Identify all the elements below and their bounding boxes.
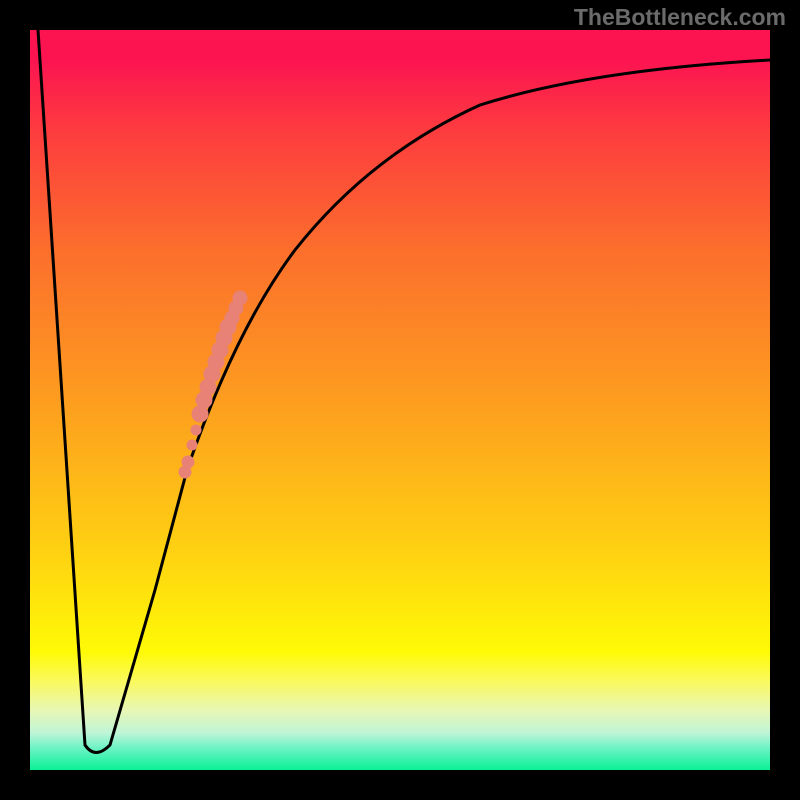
curve-layer [30,30,770,770]
bottleneck-curve [38,30,770,753]
chart-frame: TheBottleneck.com [0,0,800,800]
watermark-text: TheBottleneck.com [574,4,786,31]
marker-cluster [179,291,247,478]
plot-area [30,30,770,770]
